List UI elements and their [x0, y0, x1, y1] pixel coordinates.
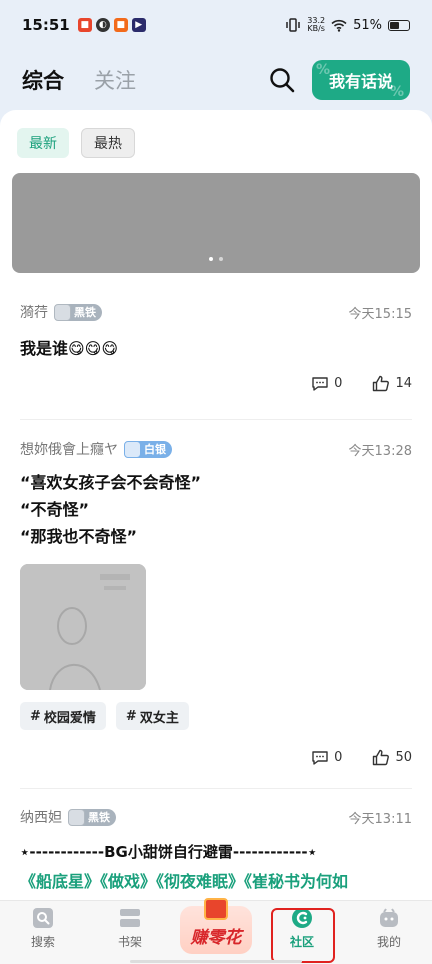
like-button[interactable]: 50 — [372, 749, 412, 766]
post-button-label: 我有话说 — [328, 72, 393, 91]
comment-icon — [312, 750, 328, 765]
nav-bookshelf-label: 书架 — [117, 935, 142, 949]
post-time: 今天13:28 — [348, 443, 412, 459]
tab-comprehensive[interactable]: 综合 — [22, 65, 64, 95]
image-placeholder-icon — [20, 564, 146, 690]
tab-following[interactable]: 关注 — [94, 65, 136, 95]
post-text: 我是谁😋😋😋 — [20, 339, 119, 358]
app-notification-icon: ■ — [113, 18, 128, 32]
post-title: ⋆------------BG小甜饼自行避雷------------⋆ — [20, 843, 317, 861]
post-button[interactable]: % % 我有话说 — [312, 60, 410, 100]
comment-icon — [312, 376, 328, 391]
top-header: 综合 关注 % % 我有话说 — [0, 50, 432, 110]
home-indicator — [130, 960, 302, 963]
post-tags: # 校园爱情 # 双女主 — [20, 702, 412, 730]
profile-icon — [380, 908, 398, 927]
author-name[interactable]: 纳西妲 — [20, 807, 62, 827]
nav-bookshelf[interactable]: 书架 — [100, 907, 160, 950]
post-header: 纳西妲 黑铁 今天13:11 — [20, 807, 412, 827]
decoration-icon: % — [316, 62, 331, 78]
badge-icon — [54, 303, 71, 321]
status-indicators: 33.2 KB/s 51% — [285, 17, 410, 33]
app-notification-icon: ■ — [77, 18, 92, 32]
earn-pocket-money-button[interactable]: 赚零花 — [180, 898, 252, 954]
tag-chip[interactable]: # 双女主 — [115, 702, 189, 730]
bookshelf-icon — [120, 909, 140, 927]
post-actions: 0 50 — [20, 749, 412, 766]
level-badge: 黑铁 — [68, 808, 116, 826]
post-text: “喜欢女孩子会不会奇怪” “不奇怪” “那我也不奇怪” — [20, 473, 202, 546]
gift-icon — [204, 898, 228, 920]
nav-mine[interactable]: 我的 — [359, 907, 419, 950]
post-time: 今天13:11 — [348, 811, 412, 827]
book-links[interactable]: 《船底星》《做戏》《彻夜难眠》《崔秘书为何如 — [20, 868, 412, 892]
badge-icon — [68, 808, 85, 826]
author-name[interactable]: 想妳俄會上癮ヤ — [20, 439, 118, 459]
selection-highlight — [271, 908, 335, 963]
carousel-dot — [209, 257, 213, 261]
post-header: 想妳俄會上癮ヤ 白银 今天13:28 — [20, 439, 412, 459]
comment-button[interactable]: 0 — [311, 750, 342, 766]
app-notification-icon: ▶ — [131, 18, 146, 32]
battery-icon — [388, 19, 410, 31]
sort-filters: 最新 最热 — [0, 110, 432, 158]
thumbs-up-icon — [373, 375, 390, 392]
post-card[interactable]: 想妳俄會上癮ヤ 白银 今天13:28 “喜欢女孩子会不会奇怪” “不奇怪” “那… — [20, 439, 412, 766]
feed-container[interactable]: 最新 最热 漪荇 黑铁 今天15:15 我是谁😋😋😋 0 14 想妳俄會上癮ヤ … — [0, 110, 432, 900]
post-image[interactable] — [20, 564, 146, 690]
post-actions: 0 14 — [20, 375, 412, 392]
post-card[interactable]: 漪荇 黑铁 今天15:15 我是谁😋😋😋 0 14 — [20, 302, 412, 392]
divider — [20, 419, 412, 420]
comment-count: 0 — [334, 750, 343, 765]
like-count: 14 — [395, 376, 412, 391]
comment-button[interactable]: 0 — [311, 376, 342, 392]
nav-search-label: 搜索 — [30, 935, 55, 949]
status-time: 15:51 — [22, 16, 70, 34]
author-name[interactable]: 漪荇 — [20, 302, 48, 322]
divider — [20, 788, 412, 789]
like-button[interactable]: 14 — [372, 375, 412, 392]
post-header: 漪荇 黑铁 今天15:15 — [20, 302, 412, 322]
comment-count: 0 — [334, 376, 343, 391]
tag-chip[interactable]: # 校园爱情 — [20, 702, 106, 730]
earn-label: 赚零花 — [190, 928, 242, 948]
wifi-icon — [331, 19, 347, 32]
post-card[interactable]: 纳西妲 黑铁 今天13:11 ⋆------------BG小甜饼自行避雷---… — [20, 807, 412, 892]
filter-hottest[interactable]: 最热 — [81, 128, 135, 158]
battery-percent: 51% — [353, 17, 382, 33]
status-bar: 15:51 ■ ◐ ■ ▶ 33.2 KB/s 51% — [0, 0, 432, 50]
level-badge: 白银 — [124, 440, 172, 458]
carousel-indicator — [209, 257, 223, 261]
search-tab-icon — [33, 908, 53, 928]
carousel-dot — [219, 257, 223, 261]
level-badge: 黑铁 — [54, 303, 102, 321]
network-speed: 33.2 KB/s — [307, 16, 326, 33]
nav-search[interactable]: 搜索 — [13, 907, 73, 950]
nav-mine-label: 我的 — [376, 935, 401, 949]
banner-carousel[interactable] — [12, 173, 420, 273]
badge-icon — [124, 440, 141, 458]
search-icon[interactable] — [268, 66, 296, 94]
vibrate-icon — [286, 18, 301, 32]
filter-latest[interactable]: 最新 — [17, 128, 69, 158]
app-notification-icon: ◐ — [95, 18, 110, 32]
like-count: 50 — [395, 750, 412, 765]
post-time: 今天15:15 — [348, 306, 412, 322]
thumbs-up-icon — [373, 749, 390, 766]
